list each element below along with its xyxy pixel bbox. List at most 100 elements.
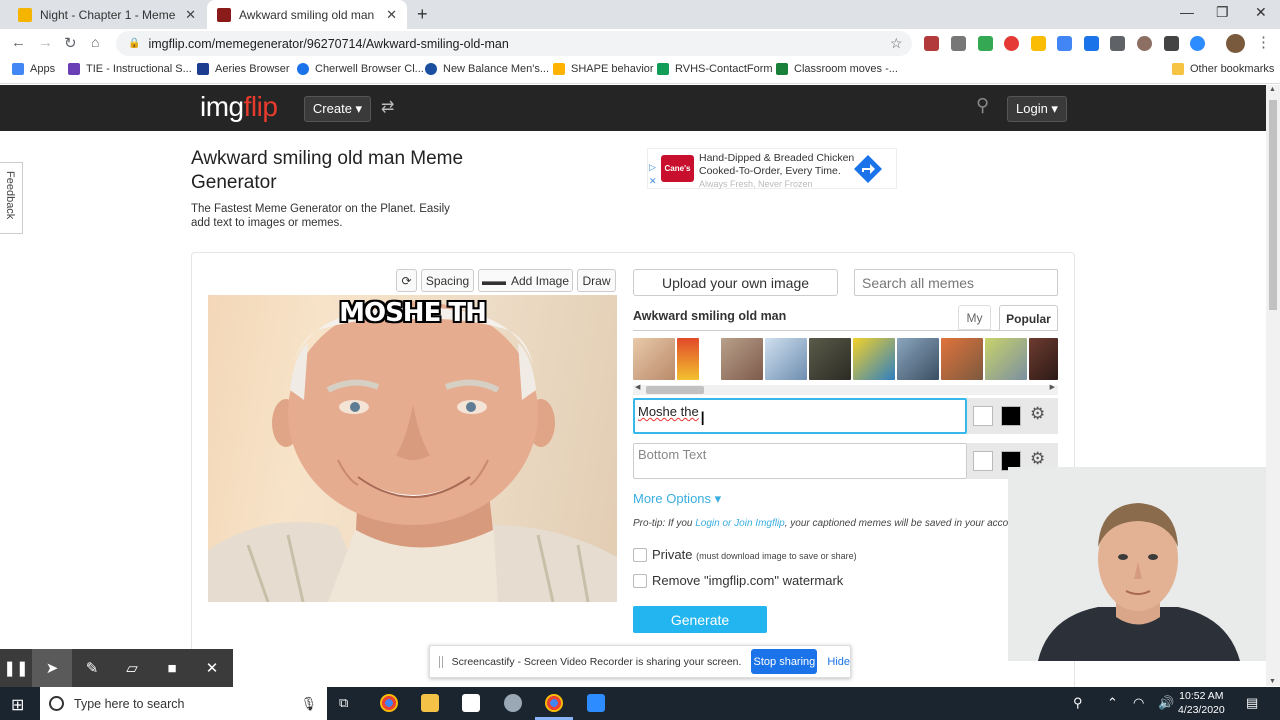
people-icon[interactable]: ⚲ bbox=[1073, 695, 1083, 711]
meme-thumbnail[interactable] bbox=[985, 338, 1027, 380]
draw-button[interactable]: Draw bbox=[577, 269, 616, 292]
new-extension-icon[interactable] bbox=[1057, 36, 1072, 51]
bookmark-cherwell[interactable]: Cherwell Browser Cl... bbox=[297, 63, 424, 75]
page-scrollbar[interactable]: ▲ ▼ bbox=[1266, 85, 1280, 686]
reload-icon[interactable]: ↻ bbox=[64, 34, 77, 52]
scroll-right-icon[interactable]: ▶ bbox=[1050, 383, 1055, 391]
bookmark-other[interactable]: Other bookmarks bbox=[1172, 63, 1274, 75]
pause-icon[interactable]: ❚❚ bbox=[0, 649, 32, 687]
cookie-extension-icon[interactable] bbox=[1137, 36, 1152, 51]
feedback-tab[interactable]: Feedback bbox=[0, 162, 23, 234]
chrome-icon[interactable] bbox=[545, 694, 563, 712]
meme-thumbnail[interactable] bbox=[1029, 338, 1058, 380]
taskbar-search-box[interactable]: Type here to search 🎙 bbox=[40, 687, 327, 720]
grid-extension-icon[interactable] bbox=[1110, 36, 1125, 51]
outline-color-swatch[interactable] bbox=[973, 451, 993, 471]
close-toolbar-icon[interactable]: ✕ bbox=[192, 649, 232, 687]
stop-sharing-button[interactable]: Stop sharing bbox=[751, 649, 818, 674]
store-icon[interactable] bbox=[462, 694, 480, 712]
ad-choices-icon[interactable]: ▷ bbox=[649, 162, 656, 173]
watermark-checkbox[interactable] bbox=[633, 574, 647, 588]
gear-icon[interactable]: ⚙ bbox=[1030, 449, 1045, 469]
browser-tab-imgflip[interactable]: Awkward smiling old man Meme ✕ bbox=[207, 0, 407, 29]
doc-extension-icon[interactable] bbox=[951, 36, 966, 51]
upload-image-button[interactable]: Upload your own image bbox=[633, 269, 838, 296]
login-button[interactable]: Login ▾ bbox=[1007, 96, 1067, 122]
file-explorer-icon[interactable] bbox=[421, 694, 439, 712]
wifi-icon[interactable]: ◠ bbox=[1133, 695, 1144, 711]
bookmark-shape[interactable]: SHAPE behavior bbox=[553, 63, 654, 75]
ad-arrow-icon[interactable] bbox=[853, 154, 883, 184]
menu-icon[interactable]: ⋮ bbox=[1256, 33, 1271, 51]
address-bar[interactable]: 🔒 imgflip.com/memegenerator/96270714/Awk… bbox=[116, 31, 912, 56]
windows-start-icon[interactable]: ⊞ bbox=[11, 695, 24, 715]
cursor-tool-icon[interactable]: ➤ bbox=[32, 649, 72, 687]
drag-handle-icon[interactable] bbox=[439, 655, 443, 668]
pen-tool-icon[interactable]: ✎ bbox=[72, 649, 112, 687]
tray-chevron-icon[interactable]: ⌃ bbox=[1107, 695, 1118, 711]
taskbar-clock[interactable]: 10:52 AM 4/23/2020 bbox=[1178, 689, 1225, 717]
close-window-icon[interactable]: ✕ bbox=[1255, 4, 1267, 21]
shuffle-icon[interactable]: ⇄ bbox=[381, 97, 394, 117]
bookmark-aeries[interactable]: Aeries Browser bbox=[197, 63, 290, 75]
home-icon[interactable]: ⌂ bbox=[91, 34, 99, 50]
new-tab-icon[interactable]: + bbox=[417, 4, 428, 25]
search-icon[interactable]: ⚲ bbox=[976, 95, 989, 116]
microphone-icon[interactable]: 🎙 bbox=[300, 696, 317, 712]
maximize-icon[interactable]: ❐ bbox=[1216, 4, 1229, 21]
chrome-icon[interactable] bbox=[380, 694, 398, 712]
add-image-button[interactable]: ▬▬ Add Image bbox=[478, 269, 573, 292]
bookmark-star-icon[interactable]: ☆ bbox=[890, 35, 903, 52]
scroll-up-icon[interactable]: ▲ bbox=[1269, 86, 1276, 93]
zoom-icon[interactable] bbox=[587, 694, 605, 712]
volume-icon[interactable]: 🔊 bbox=[1158, 695, 1174, 711]
meme-thumbnail[interactable] bbox=[765, 338, 807, 380]
minimize-icon[interactable]: — bbox=[1180, 4, 1194, 20]
scrollbar-thumb[interactable] bbox=[1269, 100, 1277, 310]
eraser-tool-icon[interactable]: ▱ bbox=[112, 649, 152, 687]
bookmark-newbalance[interactable]: New Balance Men's... bbox=[425, 63, 549, 75]
thumbnail-scrollbar[interactable]: ◀ ▶ bbox=[633, 383, 1058, 395]
keep-extension-icon[interactable] bbox=[1031, 36, 1046, 51]
camera-icon[interactable]: ■ bbox=[152, 649, 192, 687]
more-options-link[interactable]: More Options ▾ bbox=[633, 491, 721, 507]
tab-my[interactable]: My bbox=[958, 305, 991, 330]
generate-button[interactable]: Generate bbox=[633, 606, 767, 633]
text-color-swatch[interactable] bbox=[1001, 406, 1021, 426]
zoom-extension-icon[interactable] bbox=[1190, 36, 1205, 51]
ad-banner[interactable]: ▷ ✕ Cane's Hand-Dipped & Breaded Chicken… bbox=[647, 148, 897, 189]
back-icon[interactable]: ← bbox=[11, 34, 26, 51]
record-extension-icon[interactable] bbox=[1004, 36, 1019, 51]
classroom-extension-icon[interactable] bbox=[978, 36, 993, 51]
meme-thumbnail[interactable] bbox=[897, 338, 939, 380]
bookmark-apps[interactable]: Apps bbox=[12, 63, 55, 75]
scroll-left-icon[interactable]: ◀ bbox=[635, 383, 640, 391]
meme-top-text[interactable]: MOSHE TH bbox=[208, 298, 617, 328]
spacing-button[interactable]: Spacing bbox=[421, 269, 474, 292]
search-memes-input[interactable]: Search all memes bbox=[854, 269, 1058, 296]
meme-thumbnail[interactable] bbox=[721, 338, 763, 380]
pen-extension-icon[interactable] bbox=[1084, 36, 1099, 51]
close-tab-icon[interactable]: ✕ bbox=[386, 7, 397, 23]
meme-thumbnail[interactable] bbox=[633, 338, 675, 380]
scrollbar-thumb[interactable] bbox=[646, 386, 704, 394]
bookmark-tie[interactable]: TIE - Instructional S... bbox=[68, 63, 192, 75]
login-join-link[interactable]: Login or Join Imgflip bbox=[695, 518, 785, 529]
meme-thumbnail[interactable] bbox=[941, 338, 983, 380]
gear-icon[interactable]: ⚙ bbox=[1030, 404, 1045, 424]
meme-thumbnail[interactable] bbox=[853, 338, 895, 380]
bookmark-rvhs[interactable]: RVHS-ContactForm bbox=[657, 63, 773, 75]
browser-tab-slides[interactable]: Night - Chapter 1 - Meme Collab ✕ bbox=[8, 0, 206, 29]
tab-popular[interactable]: Popular bbox=[999, 305, 1058, 331]
profile-avatar[interactable] bbox=[1226, 34, 1245, 53]
rotate-button[interactable]: ⟳ bbox=[396, 269, 417, 292]
pdf-extension-icon[interactable] bbox=[924, 36, 939, 51]
meme-thumbnail[interactable] bbox=[809, 338, 851, 380]
notifications-icon[interactable]: ▤ bbox=[1246, 695, 1258, 711]
hide-button[interactable]: Hide bbox=[827, 656, 850, 668]
create-button[interactable]: Create ▾ bbox=[304, 96, 371, 122]
outline-color-swatch[interactable] bbox=[973, 406, 993, 426]
rocket-extension-icon[interactable] bbox=[1164, 36, 1179, 51]
bottom-text-input[interactable]: Bottom Text bbox=[633, 443, 967, 479]
private-checkbox[interactable] bbox=[633, 548, 647, 562]
